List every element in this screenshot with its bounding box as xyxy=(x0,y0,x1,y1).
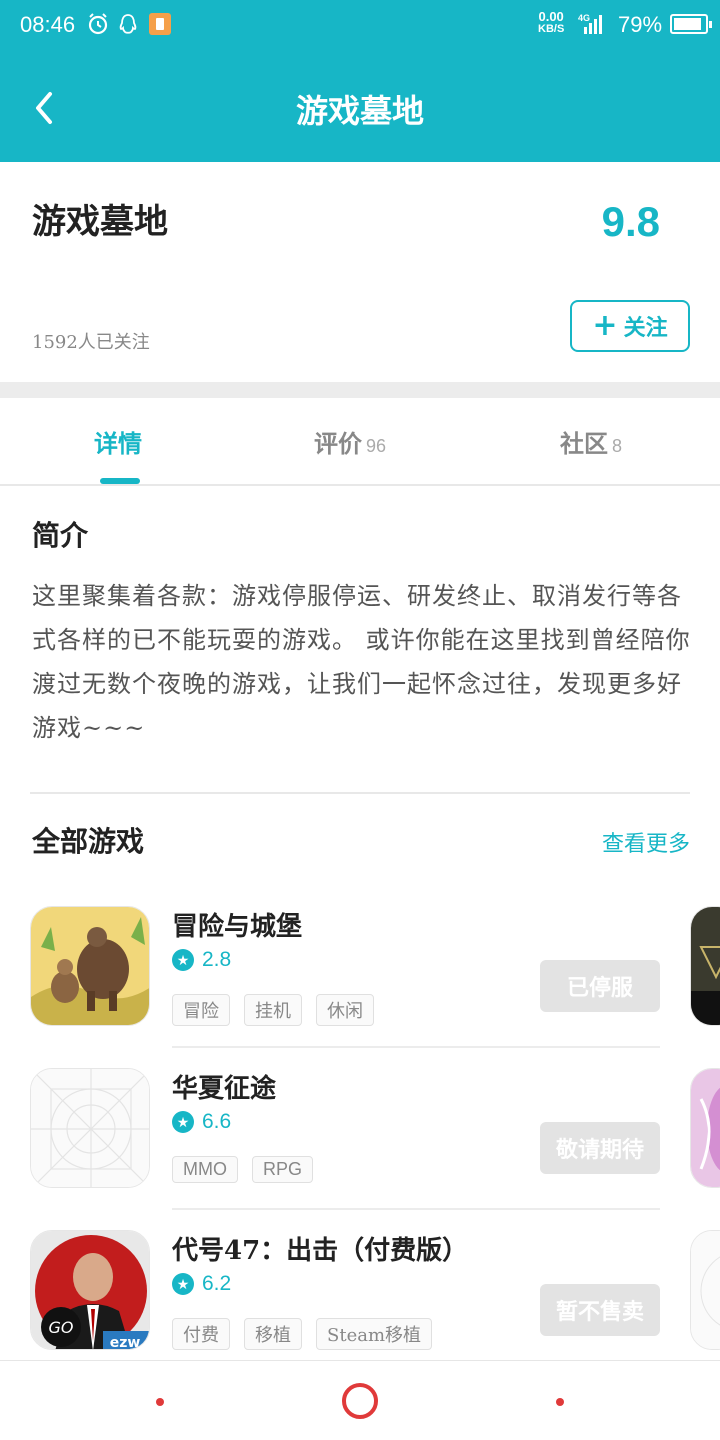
battery-icon xyxy=(670,14,712,34)
game-tags: 付费 移植 Steam移植 xyxy=(172,1318,433,1350)
alarm-icon xyxy=(88,13,108,35)
game-rating: ★ 2.8 xyxy=(172,948,231,972)
game-name[interactable]: 华夏征途 xyxy=(172,1068,276,1105)
game-icon-adventure[interactable] xyxy=(30,906,150,1026)
game-name[interactable]: 冒险与城堡 xyxy=(172,906,302,943)
intro-title: 简介 xyxy=(32,519,89,552)
page-title: 游戏墓地 xyxy=(295,92,424,130)
side-card-peek[interactable] xyxy=(690,906,720,1026)
category-header: 游戏墓地 9.8 1592人已关注 + 关注 xyxy=(0,162,720,382)
ezw-badge: ezw xyxy=(110,1335,141,1350)
signal-icon: 4G xyxy=(578,13,602,34)
game-tag[interactable]: 付费 xyxy=(172,1318,230,1350)
follower-count: 1592人已关注 xyxy=(32,332,150,353)
game-icon-placeholder[interactable] xyxy=(30,1068,150,1188)
nav-back-dot[interactable] xyxy=(556,1398,564,1406)
game-rating: ★ 6.2 xyxy=(172,1272,231,1296)
tab-bar: 详情 评价 96 社区 8 xyxy=(0,398,720,486)
tab-reviews-label: 评价 xyxy=(314,429,362,458)
tab-details[interactable]: 详情 xyxy=(94,424,142,459)
rating-value: 6.2 xyxy=(202,1272,232,1295)
intro-text: 这里聚集着各款：游戏停服停运、研发终止、取消发行等各式各样的已不能玩耍的游戏。 … xyxy=(32,582,691,742)
nav-menu-dot[interactable] xyxy=(156,1398,164,1406)
category-name: 游戏墓地 xyxy=(32,202,168,242)
svg-text:4G: 4G xyxy=(578,13,590,23)
game-rating: ★ 6.6 xyxy=(172,1110,231,1134)
row-separator xyxy=(172,1046,660,1048)
side-card-peek[interactable] xyxy=(690,1230,720,1350)
star-icon: ★ xyxy=(172,1111,194,1133)
follow-button[interactable]: + 关注 xyxy=(570,300,690,352)
rating-value: 6.6 xyxy=(202,1110,232,1133)
follow-label: 关注 xyxy=(623,315,668,341)
star-icon: ★ xyxy=(172,1273,194,1295)
games-section-title: 全部游戏 xyxy=(32,825,145,858)
tab-community-label: 社区 xyxy=(560,429,608,458)
game-tag[interactable]: RPG xyxy=(252,1156,314,1183)
net-speed-value: 0.00 xyxy=(538,9,564,24)
game-tag[interactable]: 挂机 xyxy=(244,994,302,1026)
active-tab-indicator xyxy=(100,478,140,484)
game-tag[interactable]: 移植 xyxy=(244,1318,302,1350)
game-tag[interactable]: 冒险 xyxy=(172,994,230,1026)
category-score: 9.8 xyxy=(601,198,660,245)
side-card-peek[interactable] xyxy=(690,1068,720,1188)
see-more-link[interactable]: 查看更多 xyxy=(602,826,690,858)
row-separator xyxy=(172,1208,660,1210)
game-name[interactable]: 代号47：出击（付费版） xyxy=(172,1230,468,1267)
top-nav-bar: 游戏墓地 xyxy=(0,52,720,162)
game-status-button[interactable]: 暂不售卖 xyxy=(540,1284,660,1336)
star-icon: ★ xyxy=(172,949,194,971)
game-tag[interactable]: MMO xyxy=(172,1156,238,1183)
game-tag[interactable]: Steam移植 xyxy=(316,1318,433,1350)
tab-community-count: 8 xyxy=(612,436,623,456)
go-badge: GO xyxy=(49,1318,74,1337)
battery-percent: 79% xyxy=(618,12,663,37)
game-icon-hitman[interactable]: GO ezw xyxy=(30,1230,150,1350)
home-button-icon[interactable] xyxy=(342,1383,378,1419)
game-tag[interactable]: 休闲 xyxy=(316,994,374,1026)
net-speed-unit: KB/S xyxy=(538,23,565,35)
game-status-button[interactable]: 敬请期待 xyxy=(540,1122,660,1174)
status-time: 08:46 xyxy=(20,12,76,37)
system-nav-bar xyxy=(0,1360,720,1440)
tab-details-label: 详情 xyxy=(94,429,142,458)
game-tags: MMO RPG xyxy=(172,1156,314,1183)
tab-reviews[interactable]: 评价 96 xyxy=(314,424,386,459)
game-item[interactable]: 冒险与城堡 ★ 2.8 冒险 挂机 休闲 已停服 xyxy=(0,906,720,1068)
status-bar: 08:46 0.00 KB/S 4G 79% xyxy=(0,0,720,52)
section-gap xyxy=(0,382,720,398)
qq-icon xyxy=(119,14,137,34)
divider xyxy=(30,792,690,794)
rating-value: 2.8 xyxy=(202,948,232,971)
game-tags: 冒险 挂机 休闲 xyxy=(172,994,374,1026)
plus-icon: + xyxy=(592,308,618,343)
game-status-button[interactable]: 已停服 xyxy=(540,960,660,1012)
game-item[interactable]: 华夏征途 ★ 6.6 MMO RPG 敬请期待 xyxy=(0,1068,720,1230)
tab-community[interactable]: 社区 8 xyxy=(560,424,622,459)
sim-card-icon xyxy=(149,13,171,35)
tab-reviews-count: 96 xyxy=(366,436,387,456)
network-speed: 0.00 KB/S xyxy=(538,10,564,36)
